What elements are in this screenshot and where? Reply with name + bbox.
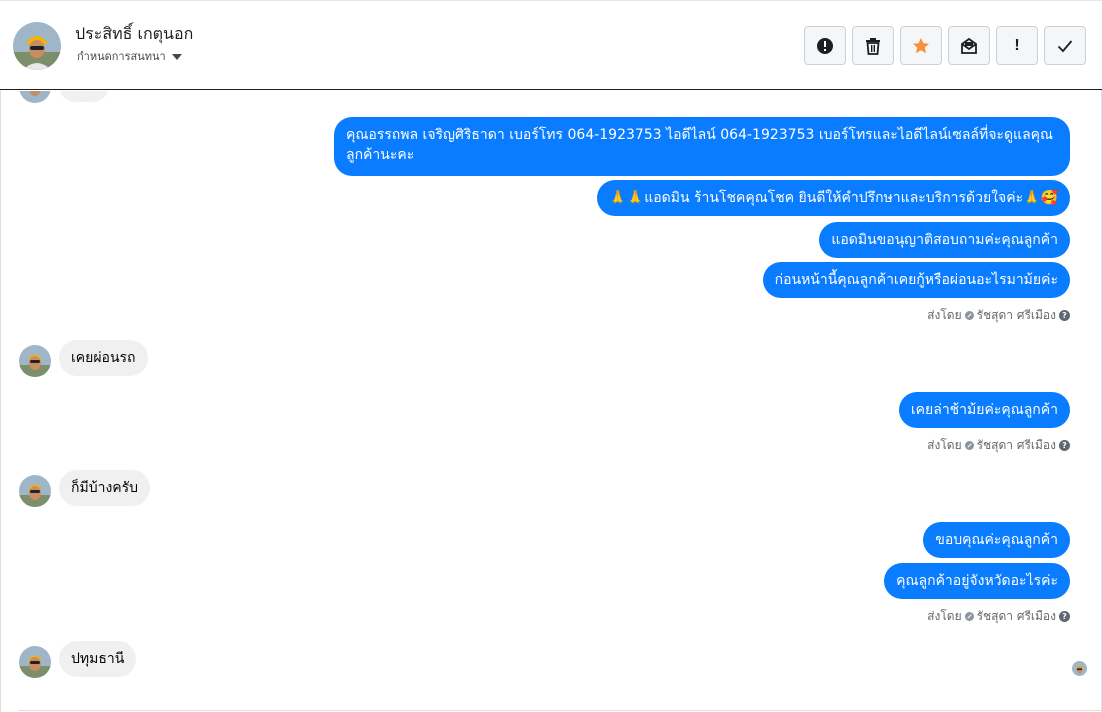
star-button[interactable] [900,26,942,65]
sent-by-agent: รัชสุดา ศรีเมือง [976,308,1056,322]
contact-avatar-small [19,475,51,507]
agent-status-icon [964,441,974,450]
check-icon [1057,39,1073,52]
sent-by-prefix: ส่งโดย [927,609,962,623]
sent-by-label: ส่งโดย รัชสุดา ศรีเมือง ? [927,436,1070,455]
trash-icon [866,37,880,55]
alert-circle-icon [817,37,833,54]
message-bubble-outgoing: ก่อนหน้านี้คุณลูกค้าเคยกู้หรือผ่อนอะไรมา… [762,262,1070,298]
message-thread[interactable]: คุณอรรถพล เจริญศิริธาดา เบอร์โทร 064-192… [0,91,1102,712]
contact-avatar-small [19,91,51,103]
message-bubble-incoming [59,91,109,102]
delete-button[interactable] [852,26,894,65]
follow-up-button[interactable]: ! [996,26,1038,65]
assign-conversation-dropdown[interactable]: กำหนดการสนทนา [77,47,182,65]
sent-by-label: ส่งโดย รัชสุดา ศรีเมือง ? [927,306,1070,325]
sent-by-prefix: ส่งโดย [927,438,962,452]
sent-by-prefix: ส่งโดย [927,308,962,322]
contact-avatar-small [19,345,51,377]
agent-status-icon [964,311,974,320]
message-bubble-incoming: ก็มีบ้างครับ [59,470,151,506]
done-button[interactable] [1044,26,1086,65]
sent-by-agent: รัชสุดา ศรีเมือง [976,609,1056,623]
sent-by-agent: รัชสุดา ศรีเมือง [976,438,1056,452]
contact-avatar-small [19,646,51,678]
exclamation-icon: ! [1014,36,1020,54]
conversation-header: ประสิทธิ์ เกตุนอก กำหนดการสนทนา ! [0,0,1102,90]
message-bubble-outgoing: คุณลูกค้าอยู่จังหวัดอะไรค่ะ [884,563,1070,599]
help-icon[interactable]: ? [1059,310,1070,321]
help-icon[interactable]: ? [1059,611,1070,622]
help-icon[interactable]: ? [1059,440,1070,451]
spam-button[interactable] [804,26,846,65]
message-bubble-outgoing: แอดมินขอนุญาติสอบถามค่ะคุณลูกค้า [819,222,1070,258]
message-bubble-outgoing: เคยล่าช้าม้ยค่ะคุณลูกค้า [898,392,1070,428]
sent-by-label: ส่งโดย รัชสุดา ศรีเมือง ? [927,607,1070,626]
contact-name: ประสิทธิ์ เกตุนอก [75,24,194,43]
composer-divider [18,710,1102,711]
assign-conversation-label: กำหนดการสนทนา [77,50,166,63]
caret-down-icon [171,53,182,60]
message-bubble-incoming: ปทุมธานี [59,641,137,677]
contact-avatar[interactable] [13,22,61,70]
envelope-open-icon [961,37,977,54]
message-bubble-incoming: เคยผ่อนรถ [59,340,148,376]
star-icon [913,37,929,53]
message-bubble-outgoing: ขอบคุณค่ะคุณลูกค้า [923,522,1070,558]
conversation-toolbar: ! [804,26,1086,65]
message-bubble-outgoing: คุณอรรถพล เจริญศิริธาดา เบอร์โทร 064-192… [334,117,1070,176]
seen-indicator-avatar [1072,661,1087,676]
mark-unread-button[interactable] [948,26,990,65]
agent-status-icon [964,612,974,621]
message-bubble-outgoing: 🙏🙏แอดมิน ร้านโชคคุณโชค ยินดีให้คำปรึกษาแ… [597,180,1070,216]
